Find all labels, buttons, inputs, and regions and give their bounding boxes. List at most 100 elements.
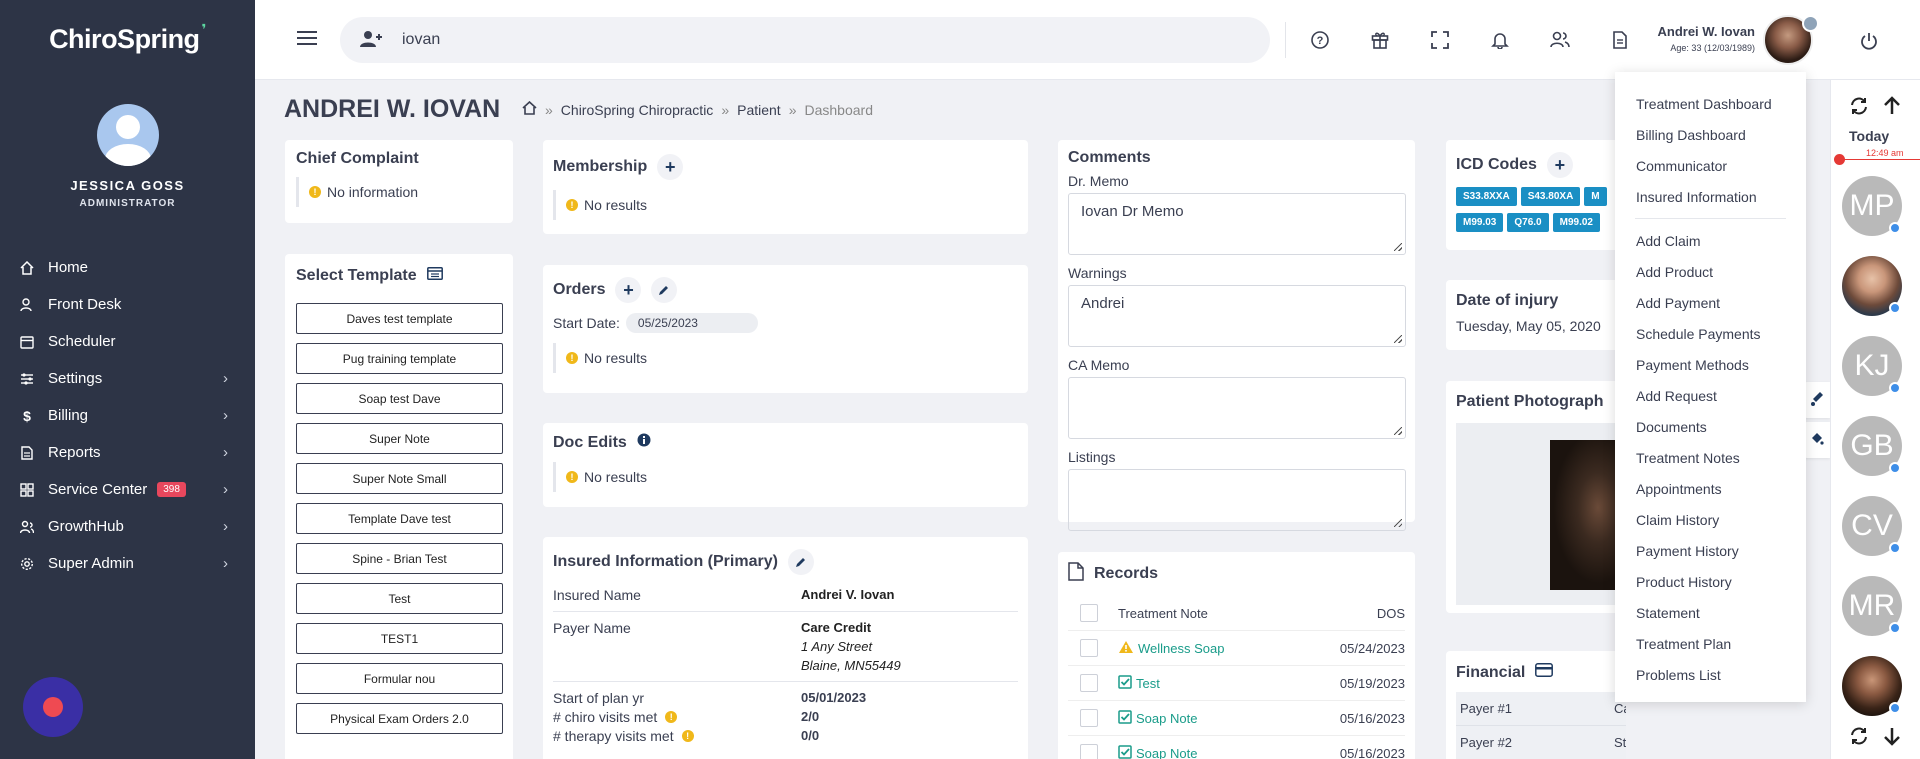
top-user-info[interactable]: Andrei W. Iovan Age: 33 (12/03/1989) <box>1655 24 1755 53</box>
bell-icon[interactable] <box>1470 31 1530 49</box>
user-avatar[interactable] <box>96 104 159 166</box>
appointment-avatar[interactable] <box>1842 256 1902 316</box>
menu-item-add-request[interactable]: Add Request <box>1615 380 1806 411</box>
appointment-avatar[interactable]: MP <box>1842 176 1902 236</box>
icd-code-badge[interactable]: Q76.0 <box>1507 213 1549 232</box>
sidebar-item-settings[interactable]: Settings › <box>0 360 255 397</box>
menu-item-claim-history[interactable]: Claim History <box>1615 504 1806 535</box>
template-button[interactable]: Physical Exam Orders 2.0 <box>296 703 503 734</box>
record-checkbox[interactable] <box>1080 744 1098 759</box>
growth-icon <box>19 520 35 534</box>
appointment-avatar[interactable]: CV <box>1842 496 1902 556</box>
add-icd-button[interactable]: + <box>1546 152 1573 178</box>
icd-code-badge[interactable]: M99.03 <box>1456 213 1504 232</box>
menu-item-product-history[interactable]: Product History <box>1615 566 1806 597</box>
menu-item-schedule-payments[interactable]: Schedule Payments <box>1615 318 1806 349</box>
sidebar-item-reports[interactable]: Reports › <box>0 434 255 471</box>
template-button[interactable]: Soap test Dave <box>296 383 503 414</box>
record-checkbox[interactable] <box>1080 709 1098 727</box>
menu-item-payment-history[interactable]: Payment History <box>1615 535 1806 566</box>
breadcrumb-patient[interactable]: Patient <box>737 102 781 118</box>
menu-item-insured-information[interactable]: Insured Information <box>1615 181 1806 212</box>
record-button[interactable] <box>23 677 83 737</box>
app-logo[interactable]: ChiroSpring ❜ <box>0 0 255 78</box>
template-button[interactable]: Pug training template <box>296 343 503 374</box>
fullscreen-icon[interactable] <box>1410 31 1470 49</box>
template-button[interactable]: Super Note Small <box>296 463 503 494</box>
users-icon[interactable] <box>1530 31 1590 49</box>
menu-item-treatment-dashboard[interactable]: Treatment Dashboard <box>1615 88 1806 119</box>
template-button[interactable]: Template Dave test <box>296 503 503 534</box>
info-icon: ! <box>566 352 578 364</box>
power-icon[interactable] <box>1860 32 1878 53</box>
add-membership-button[interactable]: + <box>657 154 684 180</box>
hamburger-menu-icon[interactable] <box>297 30 317 49</box>
side-tab-fill[interactable] <box>1803 422 1831 458</box>
icd-code-badge[interactable]: M99.02 <box>1552 213 1600 232</box>
menu-item-treatment-plan[interactable]: Treatment Plan <box>1615 628 1806 659</box>
menu-item-documents[interactable]: Documents <box>1615 411 1806 442</box>
sidebar-item-super-admin[interactable]: Super Admin › <box>0 545 255 582</box>
template-button[interactable]: TEST1 <box>296 623 503 654</box>
appointment-avatar[interactable]: MR <box>1842 576 1902 636</box>
icd-code-badge[interactable]: S33.8XXA <box>1456 187 1517 206</box>
record-link[interactable]: Wellness Soap <box>1118 640 1325 657</box>
menu-item-billing-dashboard[interactable]: Billing Dashboard <box>1615 119 1806 150</box>
record-link[interactable]: Test <box>1118 674 1325 692</box>
search-input[interactable] <box>402 31 1202 49</box>
credit-card-icon[interactable] <box>1535 663 1554 682</box>
template-button[interactable]: Test <box>296 583 503 614</box>
menu-item-payment-methods[interactable]: Payment Methods <box>1615 349 1806 380</box>
document-icon[interactable] <box>1590 31 1650 49</box>
warnings-textarea[interactable]: Andrei <box>1068 285 1406 347</box>
template-button[interactable]: Daves test template <box>296 303 503 334</box>
menu-item-statement[interactable]: Statement <box>1615 597 1806 628</box>
info-circle-icon[interactable] <box>637 433 651 452</box>
record-checkbox[interactable] <box>1080 674 1098 692</box>
sidebar-item-billing[interactable]: $ Billing › <box>0 397 255 434</box>
appointment-avatar[interactable] <box>1842 656 1902 716</box>
sidebar-item-front-desk[interactable]: Front Desk <box>0 286 255 323</box>
sidebar-item-growthhub[interactable]: GrowthHub › <box>0 508 255 545</box>
menu-item-treatment-notes[interactable]: Treatment Notes <box>1615 442 1806 473</box>
template-button[interactable]: Formular nou <box>296 663 503 694</box>
refresh-icon[interactable] <box>1846 93 1872 119</box>
refresh-icon-bottom[interactable] <box>1846 723 1872 749</box>
record-link[interactable]: Soap Note <box>1118 709 1325 727</box>
patient-avatar[interactable] <box>1763 15 1819 65</box>
icd-code-badge[interactable]: S43.80XA <box>1520 187 1581 206</box>
menu-item-add-product[interactable]: Add Product <box>1615 256 1806 287</box>
appointment-avatar[interactable]: GB <box>1842 416 1902 476</box>
sidebar-item-home[interactable]: Home <box>0 249 255 286</box>
side-tab-tools[interactable] <box>1803 382 1831 418</box>
template-button[interactable]: Super Note <box>296 423 503 454</box>
record-link[interactable]: Soap Note <box>1118 744 1325 759</box>
scroll-down-icon[interactable] <box>1879 723 1905 749</box>
edit-insured-button[interactable] <box>787 549 814 575</box>
select-all-checkbox[interactable] <box>1080 604 1098 622</box>
add-order-button[interactable]: + <box>615 277 642 303</box>
ca-memo-textarea[interactable] <box>1068 377 1406 439</box>
listings-textarea[interactable] <box>1068 469 1406 531</box>
breadcrumb-clinic[interactable]: ChiroSpring Chiropractic <box>561 102 714 118</box>
record-checkbox[interactable] <box>1080 639 1098 657</box>
scroll-up-icon[interactable] <box>1879 93 1905 119</box>
template-list-icon[interactable] <box>426 267 443 285</box>
gift-icon[interactable] <box>1350 31 1410 49</box>
start-date-input[interactable]: 05/25/2023 <box>625 313 758 333</box>
help-icon[interactable]: ? <box>1290 31 1350 49</box>
menu-item-problems-list[interactable]: Problems List <box>1615 659 1806 690</box>
patient-search[interactable] <box>340 17 1270 63</box>
home-icon[interactable] <box>522 100 537 118</box>
edit-order-button[interactable] <box>651 277 678 303</box>
appointment-avatar[interactable]: KJ <box>1842 336 1902 396</box>
sidebar-item-service-center[interactable]: Service Center 398 › <box>0 471 255 508</box>
menu-item-add-payment[interactable]: Add Payment <box>1615 287 1806 318</box>
menu-item-add-claim[interactable]: Add Claim <box>1615 225 1806 256</box>
menu-item-appointments[interactable]: Appointments <box>1615 473 1806 504</box>
icd-code-badge[interactable]: M <box>1584 187 1607 206</box>
dr-memo-textarea[interactable]: Iovan Dr Memo <box>1068 193 1406 255</box>
template-button[interactable]: Spine - Brian Test <box>296 543 503 574</box>
sidebar-item-scheduler[interactable]: Scheduler <box>0 323 255 360</box>
menu-item-communicator[interactable]: Communicator <box>1615 150 1806 181</box>
